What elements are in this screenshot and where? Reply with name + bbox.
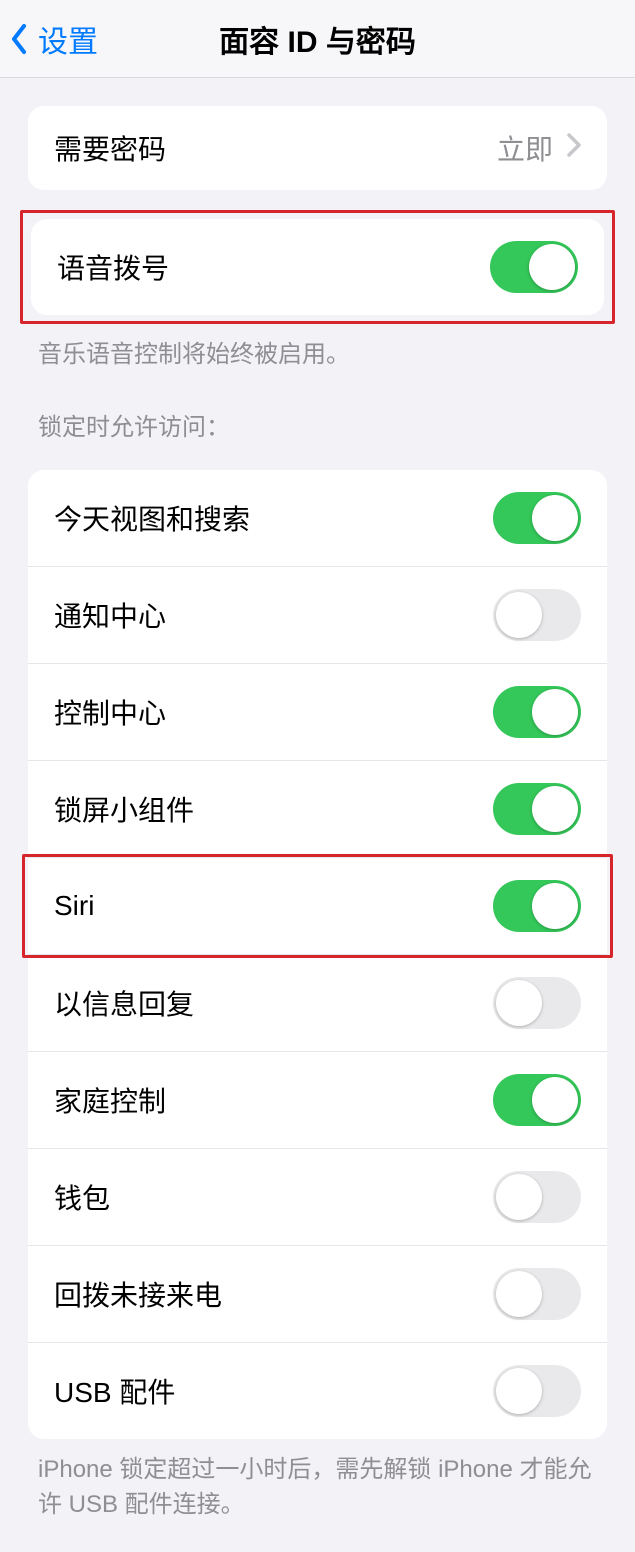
toggle-lock-access-item[interactable] — [493, 589, 581, 641]
row-label: 需要密码 — [54, 128, 166, 168]
toggle-lock-access-item[interactable] — [493, 880, 581, 932]
chevron-right-icon — [567, 132, 581, 164]
row-label: 钱包 — [54, 1177, 110, 1217]
row-lock-access-item[interactable]: 锁屏小组件 — [28, 760, 607, 857]
row-voice-dial[interactable]: 语音拨号 — [31, 219, 604, 315]
row-lock-access-item[interactable]: 通知中心 — [28, 566, 607, 663]
highlight-voice-dial: 语音拨号 — [20, 210, 615, 324]
row-lock-access-item[interactable]: 钱包 — [28, 1148, 607, 1245]
row-label: 回拨未接来电 — [54, 1274, 222, 1314]
row-value-text: 立即 — [497, 128, 553, 168]
toggle-lock-access-item[interactable] — [493, 1365, 581, 1417]
row-label: 家庭控制 — [54, 1080, 166, 1120]
toggle-lock-access-item[interactable] — [493, 977, 581, 1029]
section-header-lock-access: 锁定时允许访问： — [38, 407, 597, 442]
row-lock-access-item[interactable]: 控制中心 — [28, 663, 607, 760]
row-require-passcode[interactable]: 需要密码 立即 — [28, 106, 607, 190]
group-lock-access: 今天视图和搜索通知中心控制中心锁屏小组件 Siri 以信息回复家庭控制钱包回拨未接来… — [28, 470, 607, 1439]
row-lock-access-item[interactable]: 家庭控制 — [28, 1051, 607, 1148]
footer-lock-access: iPhone 锁定超过一小时后，需先解锁 iPhone 才能允许 USB 配件连… — [38, 1453, 597, 1523]
content: 需要密码 立即 语音拨号 音乐语音控制将始终被启用。 锁定时允许访问： 今天视图… — [0, 106, 635, 1552]
toggle-lock-access-item[interactable] — [493, 1171, 581, 1223]
footer-voice-dial: 音乐语音控制将始终被启用。 — [38, 338, 597, 373]
row-value: 立即 — [497, 128, 581, 168]
row-label: 锁屏小组件 — [54, 789, 194, 829]
row-lock-access-item[interactable]: USB 配件 — [28, 1342, 607, 1439]
toggle-lock-access-item[interactable] — [493, 1268, 581, 1320]
toggle-voice-dial[interactable] — [490, 241, 578, 293]
navbar: 设置 面容 ID 与密码 — [0, 0, 635, 78]
toggle-lock-access-item[interactable] — [493, 783, 581, 835]
group-voice-dial: 语音拨号 — [31, 219, 604, 315]
row-label: USB 配件 — [54, 1371, 175, 1411]
row-lock-access-item[interactable]: Siri — [28, 857, 607, 954]
row-label: 语音拨号 — [57, 247, 169, 287]
row-lock-access-item[interactable]: 回拨未接来电 — [28, 1245, 607, 1342]
toggle-lock-access-item[interactable] — [493, 492, 581, 544]
page-title: 面容 ID 与密码 — [0, 17, 635, 61]
row-lock-access-item[interactable]: 今天视图和搜索 — [28, 470, 607, 566]
row-lock-access-item[interactable]: 以信息回复 — [28, 954, 607, 1051]
toggle-lock-access-item[interactable] — [493, 1074, 581, 1126]
row-label: Siri — [54, 890, 94, 922]
toggle-lock-access-item[interactable] — [493, 686, 581, 738]
row-label: 以信息回复 — [54, 983, 194, 1023]
group-require-passcode: 需要密码 立即 — [28, 106, 607, 190]
row-label: 控制中心 — [54, 692, 166, 732]
row-label: 通知中心 — [54, 595, 166, 635]
row-label: 今天视图和搜索 — [54, 498, 250, 538]
